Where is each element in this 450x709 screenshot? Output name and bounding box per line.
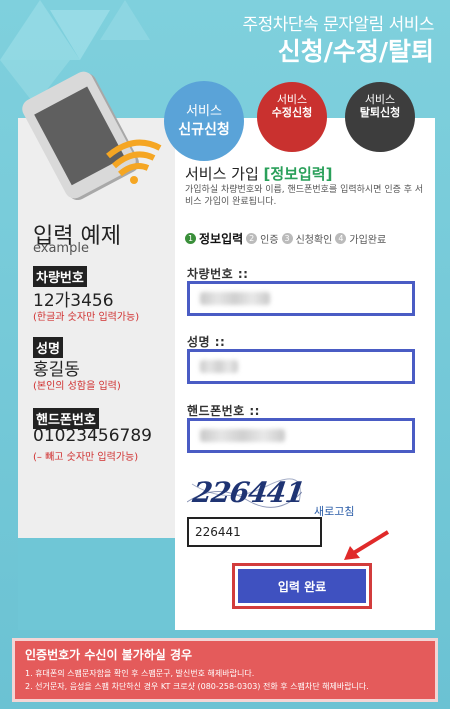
tab-line2: 수정신청: [271, 106, 313, 119]
step-label-active: 정보입력: [199, 232, 244, 246]
example-note-car-number: (한글과 숫자만 입력가능): [33, 312, 140, 323]
car-number-input[interactable]: [187, 281, 415, 316]
notice-box: 인증번호가 수신이 불가하실 경우 1. 휴대폰의 스팸문자함을 확인 후 스팸…: [12, 638, 438, 702]
blurred-value: [200, 360, 238, 373]
phone-input[interactable]: [187, 418, 415, 453]
step-indicator: 1 정보입력 2 인증 3 신청확인 4 가입완료: [185, 230, 386, 247]
step-number: 1: [185, 233, 196, 244]
blurred-value: [200, 429, 285, 442]
form-description: 가입하실 차량번호와 이름, 핸드폰번호를 입력하시면 인증 후 서비스 가입이…: [185, 185, 424, 207]
notice-item: 1. 휴대폰의 스팸문자함을 확인 후 스팸문구, 발신번호 해제바랍니다.: [25, 669, 255, 678]
arrow-pointer-icon: [344, 530, 390, 560]
notice-item: 2. 선거문자, 음성을 스팸 차단하신 경우 KT 크로샷 (080-258-…: [25, 682, 369, 691]
tab-line2: 신규신청: [178, 122, 230, 138]
name-input[interactable]: [187, 349, 415, 384]
captcha-input[interactable]: [187, 517, 322, 547]
step-number: 2: [246, 233, 258, 244]
step-label: 가입완료: [349, 235, 387, 246]
example-value-phone: 01023456789: [33, 426, 152, 446]
panel-gap: [18, 538, 175, 630]
name-label: 성명 ::: [187, 335, 226, 349]
step-label: 인증: [260, 235, 279, 246]
form-title-prefix: 서비스 가입: [185, 165, 264, 183]
step-number: 3: [281, 233, 293, 244]
tab-line1: 서비스: [364, 93, 396, 106]
phone-label: 핸드폰번호 ::: [187, 404, 260, 418]
tab-new-request[interactable]: 서비스 신규신청: [164, 81, 244, 161]
form-title: 서비스 가입 [정보입력]: [185, 163, 332, 184]
example-note-name: (본인의 성함을 입력): [33, 381, 121, 392]
step-number: 4: [335, 233, 347, 244]
header-title: 신청/수정/탈퇴: [277, 37, 434, 66]
form-title-highlight: [정보입력]: [263, 165, 333, 183]
tab-line1: 서비스: [186, 104, 222, 119]
example-label-car-number: 차량번호: [33, 266, 87, 287]
submit-button[interactable]: 입력 완료: [238, 569, 366, 603]
captcha-image: 226441: [187, 472, 306, 512]
example-subtitle: example: [33, 241, 89, 256]
notice-title: 인증번호가 수신이 불가하실 경우: [25, 648, 193, 662]
captcha-text: 226441: [190, 476, 307, 509]
decor-triangle: [100, 0, 150, 40]
tab-line1: 서비스: [276, 93, 308, 106]
car-number-label: 차량번호 ::: [187, 267, 249, 281]
wifi-signal-icon: [106, 139, 162, 184]
tab-line2: 탈퇴신청: [359, 106, 401, 119]
step-label: 신청확인: [295, 235, 333, 246]
submit-highlight: 입력 완료: [232, 563, 372, 609]
tab-edit-request[interactable]: 서비스 수정신청: [257, 82, 327, 152]
page: 주정차단속 문자알림 서비스 신청/수정/탈퇴 서비스 수정신청 서비스 탈퇴신…: [0, 0, 450, 709]
tab-cancel-request[interactable]: 서비스 탈퇴신청: [345, 82, 415, 152]
example-note-phone: (– 빼고 숫자만 입력가능): [33, 452, 139, 463]
blurred-value: [200, 292, 270, 305]
